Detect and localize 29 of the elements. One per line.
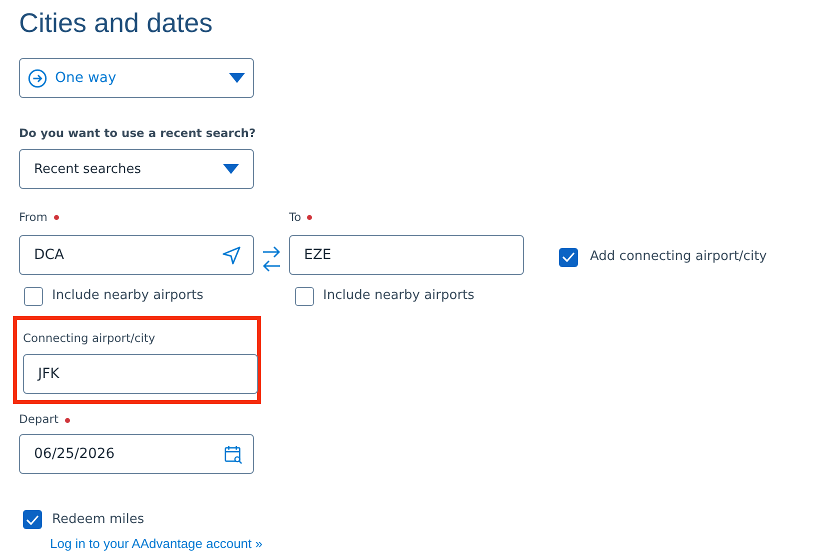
checkbox-label: Add connecting airport/city: [590, 248, 767, 266]
checkbox[interactable]: [23, 510, 42, 530]
field-label: Depart: [19, 411, 59, 428]
field-label: To: [289, 208, 302, 226]
checkbox-label: Include nearby airports: [323, 287, 474, 306]
checkbox[interactable]: [24, 286, 43, 306]
checkbox[interactable]: [295, 286, 314, 306]
to-field[interactable]: EZE: [289, 235, 524, 276]
depart-date-field[interactable]: 06/25/2026: [19, 434, 254, 474]
login-link[interactable]: Log in to your AAdvantage account »: [50, 534, 262, 553]
calendar-icon[interactable]: [224, 444, 243, 464]
location-arrow-icon[interactable]: [222, 246, 241, 265]
field-label: From: [19, 208, 48, 226]
swap-icon[interactable]: [262, 244, 281, 274]
check-icon: [562, 252, 575, 262]
page-heading: Cities and dates: [19, 7, 213, 40]
checkbox-label: Redeem miles: [52, 511, 144, 529]
check-icon: [26, 514, 39, 525]
caret-icon: [229, 73, 245, 83]
caret-icon: [223, 164, 239, 174]
trip-type-dropdown[interactable]: One way: [19, 58, 254, 98]
connecting-airport-field[interactable]: JFK: [23, 354, 258, 394]
recent-searches-dropdown[interactable]: Recent searches: [19, 149, 254, 190]
checkbox-label: Include nearby airports: [52, 287, 204, 306]
field-label: Connecting airport/city: [23, 330, 156, 347]
from-field[interactable]: DCA: [19, 235, 254, 276]
arrow-circle-icon: [28, 68, 47, 88]
checkbox[interactable]: [559, 248, 578, 266]
field-label: Do you want to use a recent search?: [19, 125, 256, 142]
